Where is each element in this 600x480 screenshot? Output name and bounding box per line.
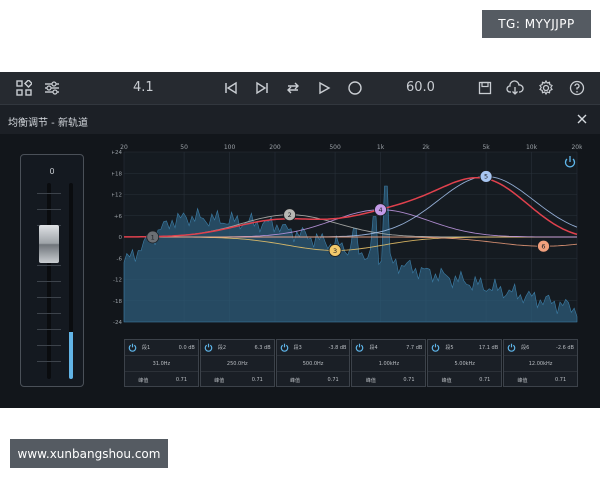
y-tick-label: +18 — [112, 171, 122, 177]
band-gain[interactable]: -2.6 dB — [556, 345, 574, 351]
power-icon[interactable] — [431, 343, 440, 352]
band-name: 段6 — [521, 345, 530, 351]
eq-content: 0 20 50 100 200 500 1k 2k 5k 10k 20k +24 +18 +12 +6 0-… — [0, 134, 600, 408]
band-type[interactable]: 峰值 — [431, 377, 462, 384]
sliders-icon[interactable] — [42, 78, 62, 98]
band-frequency[interactable]: 1.00kHz — [355, 361, 422, 367]
band-control-6[interactable]: 段6 -2.6 dB 12.00kHz 峰值 0.71 — [503, 339, 578, 387]
eq-window: 4.1 60.0 均衡调节 - 新轨道 0 20 50 100 200 500 … — [0, 72, 600, 408]
band-name: 段4 — [369, 345, 378, 351]
close-icon[interactable] — [574, 111, 590, 127]
band-frequency[interactable]: 250.0Hz — [204, 361, 271, 367]
eq-graph[interactable]: 20 50 100 200 500 1k 2k 5k 10k 20k +24 +18 +12 +6 0 -6-… — [110, 142, 583, 332]
power-icon[interactable] — [280, 343, 289, 352]
toolbar-left-value: 4.1 — [133, 80, 154, 95]
x-tick-label: 500 — [329, 144, 341, 151]
band-gain[interactable]: 0.0 dB — [179, 345, 195, 351]
band-node-label: 2 — [288, 211, 292, 219]
band-control-5[interactable]: 段5 17.1 dB 5.00kHz 峰值 0.71 — [427, 339, 503, 387]
cloud-download-icon[interactable] — [505, 78, 525, 98]
band-q[interactable]: 0.71 — [396, 377, 423, 383]
skip-forward-icon[interactable] — [252, 78, 272, 98]
help-icon[interactable] — [567, 78, 587, 98]
band-node-label: 4 — [378, 206, 382, 214]
gain-fader-panel: 0 — [20, 154, 84, 387]
band-gain[interactable]: 6.3 dB — [255, 345, 271, 351]
x-tick-label: 10k — [526, 144, 538, 151]
power-icon[interactable] — [204, 343, 213, 352]
grid-icon[interactable] — [14, 78, 34, 98]
band-gain[interactable]: -3.8 dB — [329, 345, 347, 351]
band-name: 段3 — [293, 345, 302, 351]
band-name: 段1 — [142, 345, 151, 351]
x-tick-label: 50 — [180, 144, 188, 151]
toolbar: 4.1 60.0 — [0, 72, 600, 104]
level-meter — [69, 183, 73, 379]
x-tick-label: 20k — [571, 144, 582, 151]
gear-icon[interactable] — [536, 78, 556, 98]
band-q[interactable]: 0.71 — [168, 377, 195, 383]
band-type[interactable]: 峰值 — [204, 377, 235, 384]
y-tick-label: -6 — [117, 256, 123, 262]
band-q[interactable]: 0.71 — [547, 377, 574, 383]
band-node-label: 3 — [333, 247, 337, 255]
band-node-label: 1 — [151, 233, 155, 241]
fader-handle[interactable] — [39, 225, 59, 263]
y-tick-label: +6 — [114, 214, 123, 220]
band-name: 段5 — [445, 345, 454, 351]
band-type[interactable]: 峰值 — [355, 377, 386, 384]
watermark-top: TG: MYYJJPP — [482, 10, 591, 38]
watermark-bottom: www.xunbangshou.com — [10, 439, 168, 468]
band-frequency[interactable]: 12.00kHz — [507, 361, 574, 367]
band-name: 段2 — [217, 345, 227, 351]
y-tick-label: -18 — [113, 299, 122, 305]
skip-back-icon[interactable] — [221, 78, 241, 98]
band-frequency[interactable]: 5.00kHz — [431, 361, 498, 367]
y-tick-label: -24 — [113, 320, 122, 326]
power-icon[interactable] — [355, 343, 364, 352]
repeat-icon[interactable] — [283, 78, 303, 98]
band-node-label: 5 — [484, 173, 488, 181]
band-gain[interactable]: 17.1 dB — [479, 345, 498, 351]
band-gain[interactable]: 7.7 dB — [406, 345, 422, 351]
band-type[interactable]: 峰值 — [507, 377, 538, 384]
play-icon[interactable] — [314, 78, 334, 98]
x-tick-label: 200 — [269, 144, 281, 151]
y-tick-label: +24 — [112, 150, 122, 156]
band-controls: 段1 0.0 dB 31.0Hz 峰值 0.71 段2 6.3 dB 250.0Hz 峰值 0.7… — [124, 339, 579, 387]
band-type[interactable]: 峰值 — [128, 377, 159, 384]
power-icon[interactable] — [128, 343, 137, 352]
band-control-1[interactable]: 段1 0.0 dB 31.0Hz 峰值 0.71 — [124, 339, 199, 387]
band-type[interactable]: 峰值 — [280, 377, 311, 384]
record-icon[interactable] — [345, 78, 365, 98]
window-title: 均衡调节 - 新轨道 — [8, 118, 88, 129]
x-tick-label: 100 — [224, 144, 236, 151]
band-q[interactable]: 0.71 — [244, 377, 271, 383]
y-tick-label: +12 — [112, 193, 122, 199]
band-q[interactable]: 0.71 — [320, 377, 347, 383]
x-tick-label: 2k — [422, 144, 430, 151]
band-control-4[interactable]: 段4 7.7 dB 1.00kHz 峰值 0.71 — [351, 339, 427, 387]
band-node-label: 6 — [541, 243, 545, 251]
band-q[interactable]: 0.71 — [471, 377, 498, 383]
window-titlebar: 均衡调节 - 新轨道 — [0, 104, 600, 134]
band-control-2[interactable]: 段2 6.3 dB 250.0Hz 峰值 0.71 — [199, 339, 275, 387]
band-frequency[interactable]: 500.0Hz — [280, 361, 347, 367]
x-tick-label: 5k — [482, 144, 490, 151]
fader-value: 0 — [49, 167, 55, 176]
level-meter-fill — [69, 331, 73, 379]
x-tick-label: 1k — [377, 144, 385, 151]
y-tick-label: -12 — [113, 278, 122, 284]
toolbar-right-value: 60.0 — [406, 80, 435, 95]
save-icon[interactable] — [475, 78, 495, 98]
power-icon[interactable] — [507, 343, 516, 352]
y-tick-label: 0 — [119, 235, 123, 241]
eq-graph-svg[interactable]: 20 50 100 200 500 1k 2k 5k 10k 20k+24+18+12+60-6-… — [110, 142, 583, 332]
band-frequency[interactable]: 31.0Hz — [128, 361, 195, 367]
band-control-3[interactable]: 段3 -3.8 dB 500.0Hz 峰值 0.71 — [275, 339, 351, 387]
